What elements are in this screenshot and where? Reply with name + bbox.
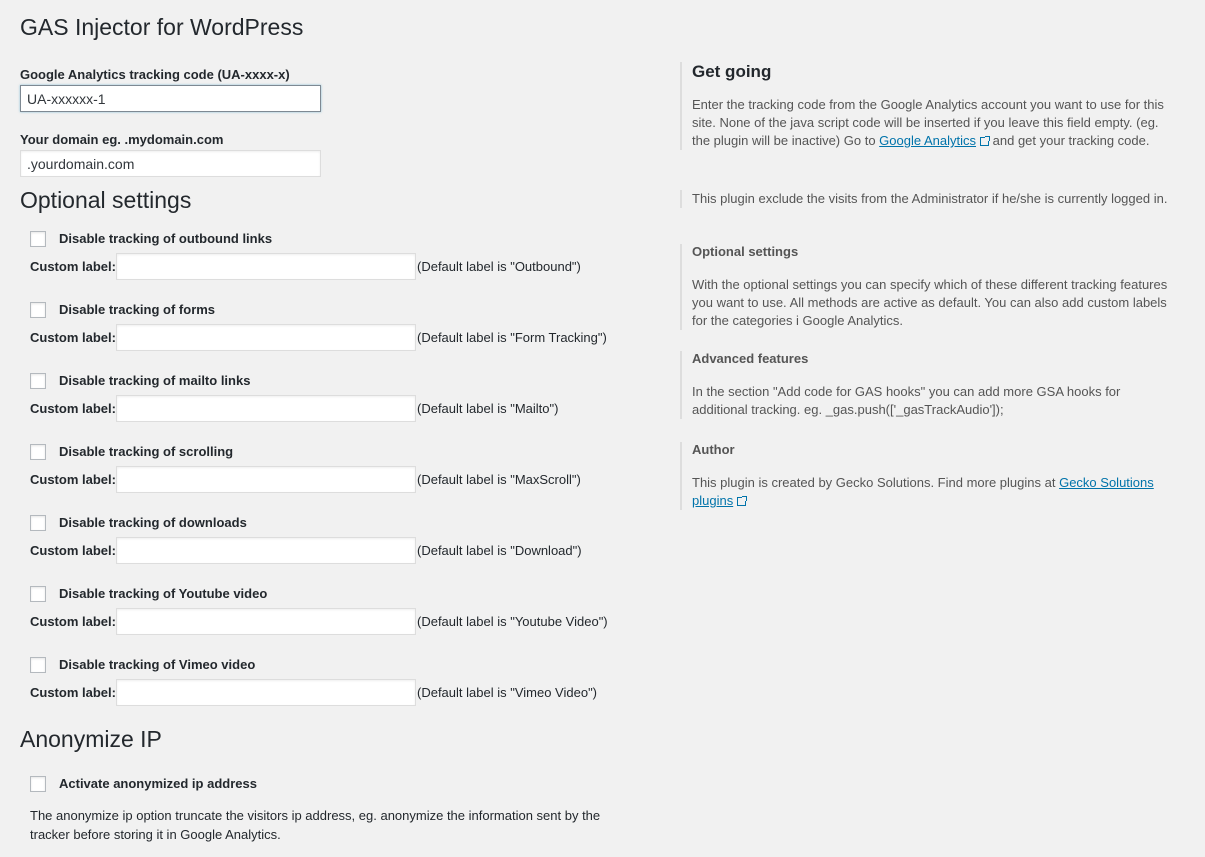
google-analytics-link[interactable]: Google Analytics xyxy=(879,133,976,148)
admin-note: This plugin exclude the visits from the … xyxy=(680,190,1172,208)
vimeo-checkbox[interactable] xyxy=(30,657,46,673)
optional-settings-block: Optional settings With the optional sett… xyxy=(680,244,1172,330)
downloads-custom-label-input[interactable] xyxy=(116,537,416,564)
youtube-default-note: (Default label is "Youtube Video") xyxy=(417,614,608,629)
vimeo-custom-label-input[interactable] xyxy=(116,679,416,706)
sidebar-optional-title: Optional settings xyxy=(692,244,799,259)
downloads-checkbox[interactable] xyxy=(30,515,46,531)
sidebar-optional-text: With the optional settings you can speci… xyxy=(692,277,1168,328)
scrolling-default-note: (Default label is "MaxScroll") xyxy=(417,472,581,487)
external-link-icon xyxy=(737,496,748,506)
custom-label-label: Custom label: xyxy=(30,401,116,416)
author-title: Author xyxy=(692,442,735,457)
outbound-custom-label-input[interactable] xyxy=(116,253,416,280)
youtube-checkbox[interactable] xyxy=(30,586,46,602)
mailto-default-note: (Default label is "Mailto") xyxy=(417,401,559,416)
mailto-checkbox-label: Disable tracking of mailto links xyxy=(59,373,251,388)
downloads-checkbox-label: Disable tracking of downloads xyxy=(59,515,247,530)
scrolling-checkbox[interactable] xyxy=(30,444,46,460)
forms-default-note: (Default label is "Form Tracking") xyxy=(417,330,607,345)
page-title: GAS Injector for WordPress xyxy=(20,14,304,40)
advanced-features-text: In the section "Add code for GAS hooks" … xyxy=(692,384,1121,417)
forms-custom-label-input[interactable] xyxy=(116,324,416,351)
custom-label-label: Custom label: xyxy=(30,543,116,558)
optional-settings-heading: Optional settings xyxy=(20,187,192,213)
get-going-text: Enter the tracking code from the Google … xyxy=(692,96,1172,150)
custom-label-label: Custom label: xyxy=(30,259,116,274)
mailto-checkbox[interactable] xyxy=(30,373,46,389)
anonymize-ip-checkbox-label: Activate anonymized ip address xyxy=(59,776,257,791)
outbound-checkbox[interactable] xyxy=(30,231,46,247)
anonymize-ip-description: The anonymize ip option truncate the vis… xyxy=(30,808,601,842)
external-link-icon xyxy=(980,136,991,146)
outbound-default-note: (Default label is "Outbound") xyxy=(417,259,581,274)
get-going-block: Get going Enter the tracking code from t… xyxy=(680,62,1172,150)
tracking-code-input[interactable] xyxy=(20,85,321,112)
advanced-features-block: Advanced features In the section "Add co… xyxy=(680,351,1172,419)
outbound-checkbox-label: Disable tracking of outbound links xyxy=(59,231,273,246)
domain-label: Your domain eg. .mydomain.com xyxy=(20,132,224,147)
author-block: Author This plugin is created by Gecko S… xyxy=(680,442,1172,510)
anonymize-ip-heading: Anonymize IP xyxy=(20,726,162,752)
custom-label-label: Custom label: xyxy=(30,330,116,345)
get-going-text-after: and get your tracking code. xyxy=(992,133,1150,148)
custom-label-label: Custom label: xyxy=(30,685,116,700)
get-going-title: Get going xyxy=(692,62,772,81)
advanced-features-title: Advanced features xyxy=(692,351,809,366)
scrolling-checkbox-label: Disable tracking of scrolling xyxy=(59,444,234,459)
domain-input[interactable] xyxy=(20,150,321,177)
forms-checkbox[interactable] xyxy=(30,302,46,318)
mailto-custom-label-input[interactable] xyxy=(116,395,416,422)
author-text: This plugin is created by Gecko Solution… xyxy=(692,474,1172,510)
downloads-default-note: (Default label is "Download") xyxy=(417,543,582,558)
scrolling-custom-label-input[interactable] xyxy=(116,466,416,493)
author-text-body: This plugin is created by Gecko Solution… xyxy=(692,475,1056,490)
youtube-checkbox-label: Disable tracking of Youtube video xyxy=(59,586,268,601)
tracking-code-label: Google Analytics tracking code (UA-xxxx-… xyxy=(20,67,290,82)
forms-checkbox-label: Disable tracking of forms xyxy=(59,302,216,317)
anonymize-ip-checkbox[interactable] xyxy=(30,776,46,792)
vimeo-checkbox-label: Disable tracking of Vimeo video xyxy=(59,657,256,672)
vimeo-default-note: (Default label is "Vimeo Video") xyxy=(417,685,598,700)
custom-label-label: Custom label: xyxy=(30,614,116,629)
custom-label-label: Custom label: xyxy=(30,472,116,487)
youtube-custom-label-input[interactable] xyxy=(116,608,416,635)
